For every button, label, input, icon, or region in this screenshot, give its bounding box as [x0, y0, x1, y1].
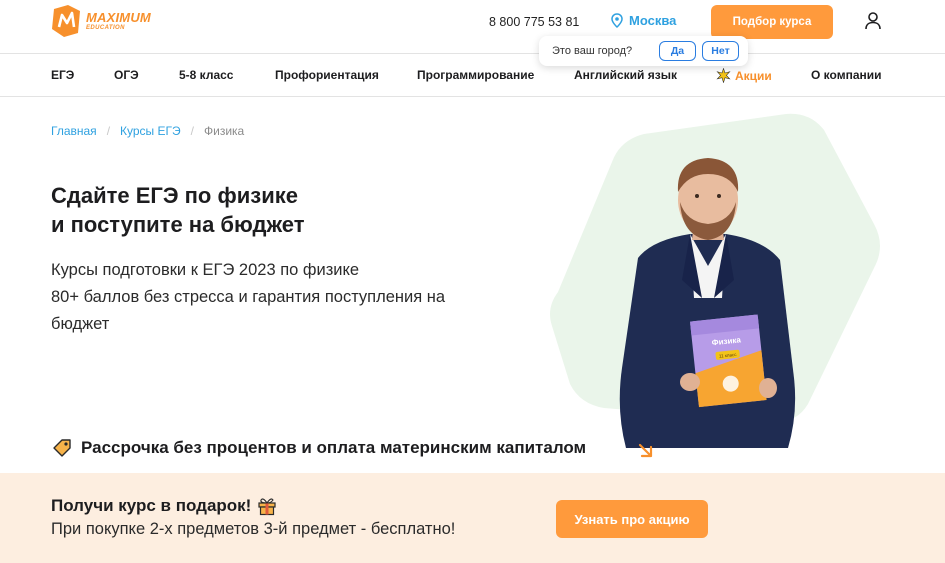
- hero-subtitle-line-1: Курсы подготовки к ЕГЭ 2023 по физике: [51, 261, 360, 279]
- nav-item-programming[interactable]: Программирование: [417, 68, 534, 82]
- breadcrumb-current: Физика: [204, 124, 245, 138]
- teacher-photo: Физика 11 класс: [619, 158, 796, 448]
- nav-item-grades-5-8[interactable]: 5-8 класс: [179, 68, 233, 82]
- phone-number[interactable]: 8 800 775 53 81: [489, 15, 579, 29]
- promo-title: Получи курс в подарок!: [51, 496, 277, 516]
- city-name: Москва: [629, 13, 677, 28]
- promo-banner: Получи курс в подарок! При покупке 2-х п…: [0, 473, 945, 563]
- breadcrumb-separator: /: [190, 124, 194, 138]
- price-tag-icon: [53, 439, 71, 457]
- breadcrumb-ege-courses[interactable]: Курсы ЕГЭ: [120, 124, 181, 138]
- logo-wordmark: MAXIMUM: [86, 10, 151, 25]
- promo-title-text: Получи курс в подарок!: [51, 496, 252, 515]
- user-profile-icon[interactable]: [864, 11, 882, 31]
- logo[interactable]: MAXIMUM EDUCATION: [50, 3, 160, 39]
- nav-item-promotions-label: Акции: [735, 68, 772, 83]
- page-title-line-1: Сдайте ЕГЭ по физике: [51, 183, 298, 208]
- hero-subtitle-line-3: бюджет: [51, 315, 110, 333]
- promo-star-icon: [716, 68, 731, 83]
- page-title: Сдайте ЕГЭ по физике и поступите на бюдж…: [51, 181, 305, 239]
- gift-icon: [258, 498, 276, 516]
- city-selector[interactable]: Москва: [611, 13, 676, 28]
- hero-subtitle: Курсы подготовки к ЕГЭ 2023 по физике 80…: [51, 257, 521, 338]
- breadcrumb: Главная / Курсы ЕГЭ / Физика: [51, 124, 244, 138]
- city-question: Это ваш город?: [552, 45, 633, 57]
- promo-description: При покупке 2-х предметов 3-й предмет - …: [51, 520, 456, 538]
- course-selection-button[interactable]: Подбор курса: [711, 5, 833, 39]
- breadcrumb-home[interactable]: Главная: [51, 124, 97, 138]
- arrow-down-right-icon: [638, 443, 653, 458]
- nav-item-career-guidance[interactable]: Профориентация: [275, 68, 379, 82]
- breadcrumb-separator: /: [106, 124, 111, 138]
- city-yes-button[interactable]: Да: [659, 41, 696, 61]
- city-no-button[interactable]: Нет: [702, 41, 739, 61]
- installment-text: Рассрочка без процентов и оплата материн…: [81, 438, 587, 457]
- city-confirm-popup: Это ваш город? Да Нет: [539, 36, 748, 66]
- nav-item-promotions[interactable]: Акции: [716, 68, 772, 83]
- logo-mark-icon: [52, 5, 80, 37]
- hero-subtitle-line-2: 80+ баллов без стресса и гарантия поступ…: [51, 288, 446, 306]
- logo-subtitle: EDUCATION: [86, 25, 125, 31]
- nav-item-about[interactable]: О компании: [811, 68, 882, 82]
- site-header: MAXIMUM EDUCATION 8 800 775 53 81 Москва…: [0, 0, 945, 54]
- nav-item-ege[interactable]: ЕГЭ: [51, 68, 74, 82]
- location-pin-icon: [611, 13, 623, 28]
- installment-note: Рассрочка без процентов и оплата материн…: [51, 437, 586, 459]
- page-title-line-2: и поступите на бюджет: [51, 212, 305, 237]
- nav-item-oge[interactable]: ОГЭ: [114, 68, 139, 82]
- main-nav: ЕГЭ ОГЭ 5-8 класс Профориентация Програм…: [0, 54, 945, 97]
- nav-item-english[interactable]: Английский язык: [574, 68, 677, 82]
- promo-details-button[interactable]: Узнать про акцию: [556, 500, 708, 538]
